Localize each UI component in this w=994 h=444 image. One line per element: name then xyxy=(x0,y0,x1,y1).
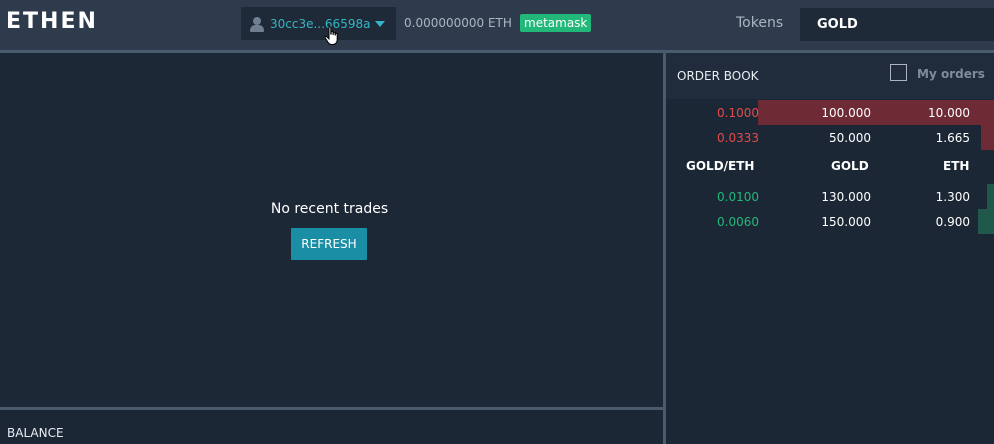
panel-divider-horizontal xyxy=(0,407,663,410)
my-orders-label[interactable]: My orders xyxy=(917,67,985,81)
hand-cursor-icon xyxy=(324,26,338,45)
buy-order-row[interactable]: 0.0100 130.000 1.300 xyxy=(666,184,994,209)
depth-bar xyxy=(981,125,994,150)
app-logo[interactable]: ETHEN xyxy=(6,9,98,34)
account-address: 30cc3e...66598a xyxy=(270,16,371,31)
no-trades-message: No recent trades xyxy=(270,201,389,217)
order-amount: 50.000 xyxy=(829,131,871,145)
order-book-title: ORDER BOOK xyxy=(677,69,759,83)
column-header-amount: GOLD xyxy=(831,159,869,173)
order-price: 0.0060 xyxy=(717,215,759,229)
wallet-badge: metamask xyxy=(520,14,592,32)
order-price: 0.1000 xyxy=(717,106,759,120)
sell-order-row[interactable]: 0.0333 50.000 1.665 xyxy=(666,125,994,150)
user-icon xyxy=(250,16,264,32)
order-book-header: ORDER BOOK My orders xyxy=(666,53,994,99)
order-price: 0.0100 xyxy=(717,190,759,204)
my-orders-checkbox[interactable] xyxy=(890,64,907,81)
balance-title: BALANCE xyxy=(7,426,64,440)
refresh-button[interactable]: REFRESH xyxy=(291,228,367,260)
order-total: 1.300 xyxy=(935,190,970,204)
tokens-label: Tokens xyxy=(736,15,784,31)
column-header-pair: GOLD/ETH xyxy=(686,159,755,173)
sell-order-row[interactable]: 0.1000 100.000 10.000 xyxy=(666,100,994,125)
order-total: 0.900 xyxy=(935,215,970,229)
order-book-panel: ORDER BOOK My orders 0.1000 100.000 10.0… xyxy=(666,53,994,444)
chevron-down-icon xyxy=(375,20,386,27)
order-amount: 150.000 xyxy=(821,215,871,229)
buy-order-row[interactable]: 0.0060 150.000 0.900 xyxy=(666,209,994,234)
order-amount: 130.000 xyxy=(821,190,871,204)
depth-bar xyxy=(978,209,994,234)
token-selector[interactable]: GOLD xyxy=(800,8,994,41)
order-price: 0.0333 xyxy=(717,131,759,145)
order-total: 1.665 xyxy=(935,131,970,145)
depth-bar xyxy=(987,184,994,209)
account-selector[interactable]: 30cc3e...66598a xyxy=(241,7,396,40)
eth-balance: 0.000000000 ETH xyxy=(404,16,512,30)
column-header-total: ETH xyxy=(943,159,970,173)
order-total: 10.000 xyxy=(928,106,970,120)
order-amount: 100.000 xyxy=(821,106,871,120)
recent-trades-panel: No recent trades REFRESH xyxy=(0,53,663,408)
